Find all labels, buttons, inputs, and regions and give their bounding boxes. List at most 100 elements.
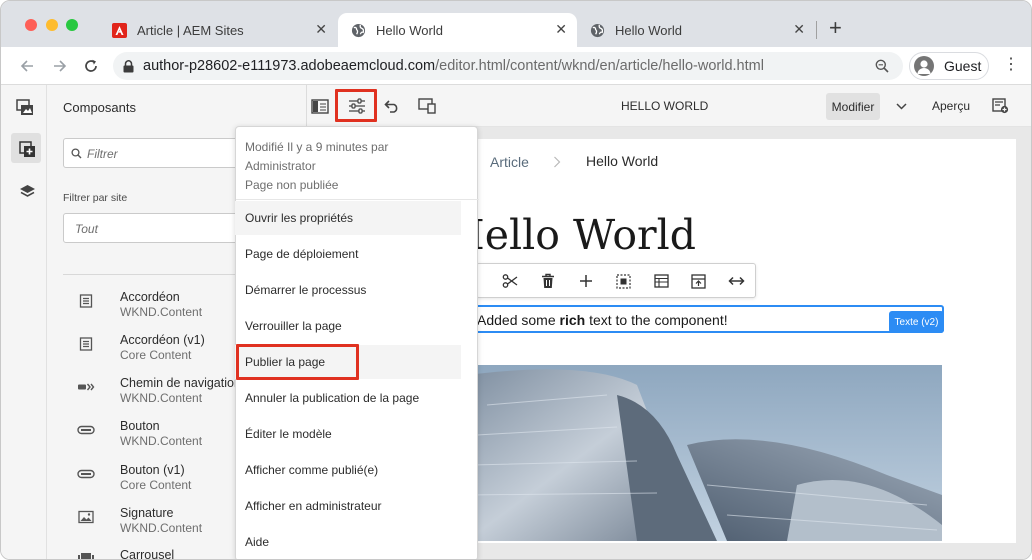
close-icon[interactable]: ✕ bbox=[315, 21, 327, 38]
text-part: Added some bbox=[477, 312, 560, 328]
menu-start-workflow[interactable]: Démarrer le processus bbox=[235, 273, 461, 307]
carousel-icon bbox=[78, 553, 94, 559]
toggle-side-panel-icon[interactable] bbox=[310, 96, 330, 116]
menu-view-in-admin[interactable]: Afficher en administrateur bbox=[235, 489, 461, 523]
menu-divider bbox=[236, 199, 479, 200]
component-name: Bouton (v1) bbox=[120, 463, 185, 477]
editor-toolbar: HELLO WORLD Modifier Aperçu bbox=[262, 85, 1031, 127]
site-filter-value: Tout bbox=[75, 222, 98, 236]
zoom-icon[interactable] bbox=[873, 57, 891, 75]
minimize-window-button[interactable] bbox=[46, 19, 58, 31]
panel-title: Composants bbox=[63, 100, 136, 115]
selected-text-component[interactable]: Added some rich text to the component! T… bbox=[467, 305, 944, 333]
new-tab-button[interactable]: + bbox=[829, 16, 842, 40]
tab-aem-sites[interactable]: Article | AEM Sites ✕ bbox=[99, 13, 337, 47]
chevron-down-icon[interactable] bbox=[892, 96, 910, 116]
emulator-icon[interactable] bbox=[417, 96, 437, 116]
chevron-right-icon bbox=[552, 155, 562, 169]
menu-lock-page[interactable]: Verrouiller la page bbox=[235, 309, 461, 343]
mode-modifier-button[interactable]: Modifier bbox=[826, 93, 880, 120]
delete-icon[interactable] bbox=[539, 272, 557, 290]
building-image bbox=[467, 365, 942, 541]
avatar-icon bbox=[914, 56, 934, 76]
browser-menu-icon[interactable]: ⋮ bbox=[1003, 57, 1019, 73]
reload-icon[interactable] bbox=[81, 56, 101, 76]
page-meta: Modifié Il y a 9 minutes par Administrat… bbox=[245, 138, 388, 195]
breadcrumb-icon bbox=[78, 383, 95, 391]
component-name: Accordéon bbox=[120, 290, 180, 304]
menu-unpublish-page[interactable]: Annuler la publication de la page bbox=[235, 381, 461, 415]
tab-label: Article | AEM Sites bbox=[137, 22, 244, 38]
url-path: /editor.html/content/wknd/en/article/hel… bbox=[435, 58, 764, 74]
filter-placeholder: Filtrer bbox=[87, 147, 118, 161]
preview-button[interactable]: Aperçu bbox=[932, 99, 970, 113]
cut-icon[interactable] bbox=[501, 272, 519, 290]
component-group: WKND.Content bbox=[120, 434, 203, 448]
menu-view-as-published[interactable]: Afficher comme publié(e) bbox=[235, 453, 461, 487]
group-icon[interactable] bbox=[614, 272, 632, 290]
insert-icon[interactable] bbox=[577, 272, 595, 290]
filter-input[interactable]: Filtrer bbox=[63, 138, 263, 168]
profile-button[interactable]: Guest bbox=[909, 52, 989, 80]
publish-highlight bbox=[236, 344, 359, 380]
button-icon bbox=[77, 425, 95, 435]
breadcrumb-current: Hello World bbox=[586, 153, 659, 169]
tab-hello-world-active[interactable]: Hello World ✕ bbox=[338, 13, 577, 47]
close-icon[interactable]: ✕ bbox=[555, 21, 567, 38]
parent-icon[interactable] bbox=[689, 272, 707, 290]
component-item[interactable]: Signature WKND.Content bbox=[63, 506, 263, 546]
menu-edit-template[interactable]: Éditer le modèle bbox=[235, 417, 461, 451]
site-filter-select[interactable]: Tout bbox=[63, 213, 263, 243]
layers-icon[interactable] bbox=[17, 181, 37, 201]
menu-open-properties[interactable]: Ouvrir les propriétés bbox=[235, 201, 461, 235]
component-badge[interactable]: Texte (v2) bbox=[889, 311, 944, 333]
layout-icon[interactable] bbox=[652, 272, 670, 290]
close-icon[interactable]: ✕ bbox=[793, 21, 805, 38]
component-item[interactable]: Accordéon (v1) Core Content bbox=[63, 333, 263, 373]
url-host: author-p28602-e111973.adobeaemcloud.com bbox=[143, 58, 436, 74]
forward-arrow-icon[interactable] bbox=[50, 56, 70, 76]
publish-status-icon[interactable] bbox=[990, 96, 1010, 116]
component-group: WKND.Content bbox=[120, 305, 203, 319]
page-title: HELLO WORLD bbox=[621, 99, 709, 113]
components-icon[interactable] bbox=[17, 139, 37, 159]
lock-icon[interactable] bbox=[113, 56, 143, 76]
component-item[interactable]: Bouton WKND.Content bbox=[63, 419, 263, 459]
left-rail bbox=[1, 85, 47, 559]
tab-hello-world[interactable]: Hello World ✕ bbox=[577, 13, 815, 47]
back-arrow-icon[interactable] bbox=[17, 56, 37, 76]
component-group: WKND.Content bbox=[120, 391, 203, 405]
text-part: text to the component! bbox=[585, 312, 728, 328]
address-bar: author-p28602-e111973.adobeaemcloud.com /… bbox=[1, 47, 1031, 85]
tab-divider bbox=[816, 21, 817, 39]
menu-rollout-page[interactable]: Page de déploiement bbox=[235, 237, 461, 271]
tab-label: Hello World bbox=[376, 22, 443, 38]
component-group: Core Content bbox=[120, 478, 192, 492]
resize-icon[interactable] bbox=[727, 272, 745, 290]
url-field[interactable]: author-p28602-e111973.adobeaemcloud.com /… bbox=[113, 52, 903, 80]
tab-label: Hello World bbox=[615, 22, 682, 38]
component-text: Added some rich text to the component! bbox=[477, 312, 728, 328]
menu-help[interactable]: Aide bbox=[235, 525, 461, 559]
globe-icon bbox=[589, 22, 605, 38]
component-item[interactable]: Chemin de navigation WKND.Content bbox=[63, 376, 263, 416]
modified-info: Modifié Il y a 9 minutes par bbox=[245, 140, 389, 154]
close-window-button[interactable] bbox=[25, 19, 37, 31]
component-group: WKND.Content bbox=[120, 521, 203, 535]
component-item[interactable]: Carrousel bbox=[63, 548, 263, 560]
adobe-icon bbox=[111, 22, 127, 38]
component-name: Carrousel bbox=[120, 548, 175, 560]
assets-icon[interactable] bbox=[15, 97, 35, 117]
component-item[interactable]: Bouton (v1) Core Content bbox=[63, 463, 263, 503]
site-filter-label: Filtrer par site bbox=[63, 192, 128, 204]
page-heading: Hello World bbox=[449, 211, 696, 259]
component-item[interactable]: Accordéon WKND.Content bbox=[63, 290, 263, 330]
image-icon bbox=[78, 510, 94, 524]
modified-by: Administrator bbox=[245, 159, 316, 173]
globe-icon bbox=[350, 22, 366, 38]
component-name: Bouton bbox=[120, 419, 160, 433]
maximize-window-button[interactable] bbox=[66, 19, 78, 31]
component-group: Core Content bbox=[120, 348, 192, 362]
breadcrumb-parent[interactable]: Article bbox=[490, 154, 529, 170]
undo-icon[interactable] bbox=[382, 96, 402, 116]
